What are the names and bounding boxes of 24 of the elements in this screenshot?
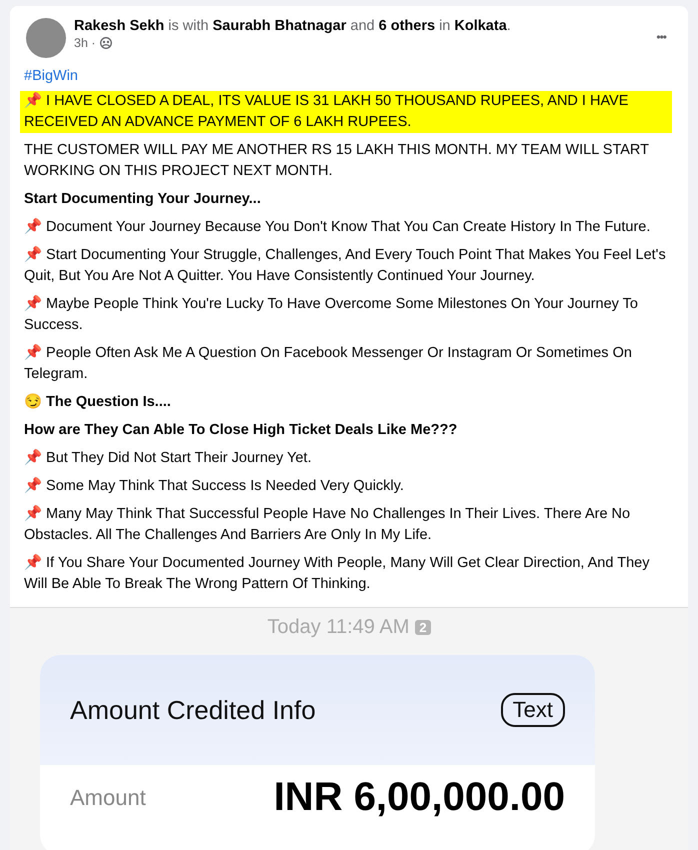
post-paragraph: 📌 But They Did Not Start Their Journey Yet.: [24, 448, 312, 468]
post-paragraph: 📌 People Often Ask Me A Question On Facebook Messenger Or Instagram Or Sometimes On Telegram.: [24, 343, 633, 384]
hashtag-link[interactable]: #BigWin: [24, 68, 672, 84]
amount-label: Amount: [70, 784, 146, 810]
sim-badge: 2: [415, 620, 431, 635]
text-button[interactable]: Text: [500, 693, 565, 727]
post-paragraph: How are They Can Able To Close High Ticket Deals Like Me???: [24, 421, 458, 440]
amount-value: INR 6,00,000.00: [274, 775, 565, 820]
post-paragraph: 📌 Start Documenting Your Struggle, Challenges, And Every Touch Point That Makes You Feel Let's Quit, But You Are Not A Quitter. You Have Consistently Continued Your Journey.: [24, 245, 667, 286]
post-paragraph: 📌 If You Share Your Documented Journey With People, Many Will Get Clear Direction, And They Will Be Able To Break The Wrong Pattern Of Thinking.: [24, 553, 650, 594]
more-options-button[interactable]: •••: [650, 22, 672, 52]
message-timestamp: Today 11:49 AM: [267, 616, 410, 639]
post-paragraph: 📌 Maybe People Think You're Lucky To Have Overcome Some Milestones On Your Journey To Success.: [24, 294, 639, 335]
post-paragraph: 📌 Many May Think That Successful People Have No Challenges In Their Lives. There Are No Obstacles. All The Challenges And Barriers Are Only In My Life.: [24, 504, 632, 545]
post-paragraph: 📌 Some May Think That Success Is Needed Very Quickly.: [24, 476, 405, 496]
post-paragraph: 😏 The Question Is....: [24, 392, 172, 412]
post-paragraph: 📌 Document Your Journey Because You Don't Know That You Can Create History In The Future.: [24, 217, 652, 237]
highlighted-paragraph: 📌 I HAVE CLOSED A DEAL, ITS VALUE IS 31 LAKH 50 THOUSAND RUPEES, AND I HAVE RECEIVED AN ADVANCE PAYMENT OF 6 LAKH RUPEES.: [20, 91, 672, 133]
post-paragraph: Start Documenting Your Journey...: [24, 190, 262, 209]
author-line: Rakesh Sekh is with Saurabh Bhatnagar and 6 others in Kolkata.: [74, 18, 512, 34]
avatar[interactable]: [26, 18, 66, 58]
receipt-title: Amount Credited Info: [70, 694, 316, 726]
post-time[interactable]: 3h ·: [74, 36, 96, 50]
post-paragraph: THE CUSTOMER WILL PAY ME ANOTHER RS 15 LAKH THIS MONTH. MY TEAM WILL START WORKING ON THIS PROJECT NEXT MONTH.: [24, 141, 650, 181]
